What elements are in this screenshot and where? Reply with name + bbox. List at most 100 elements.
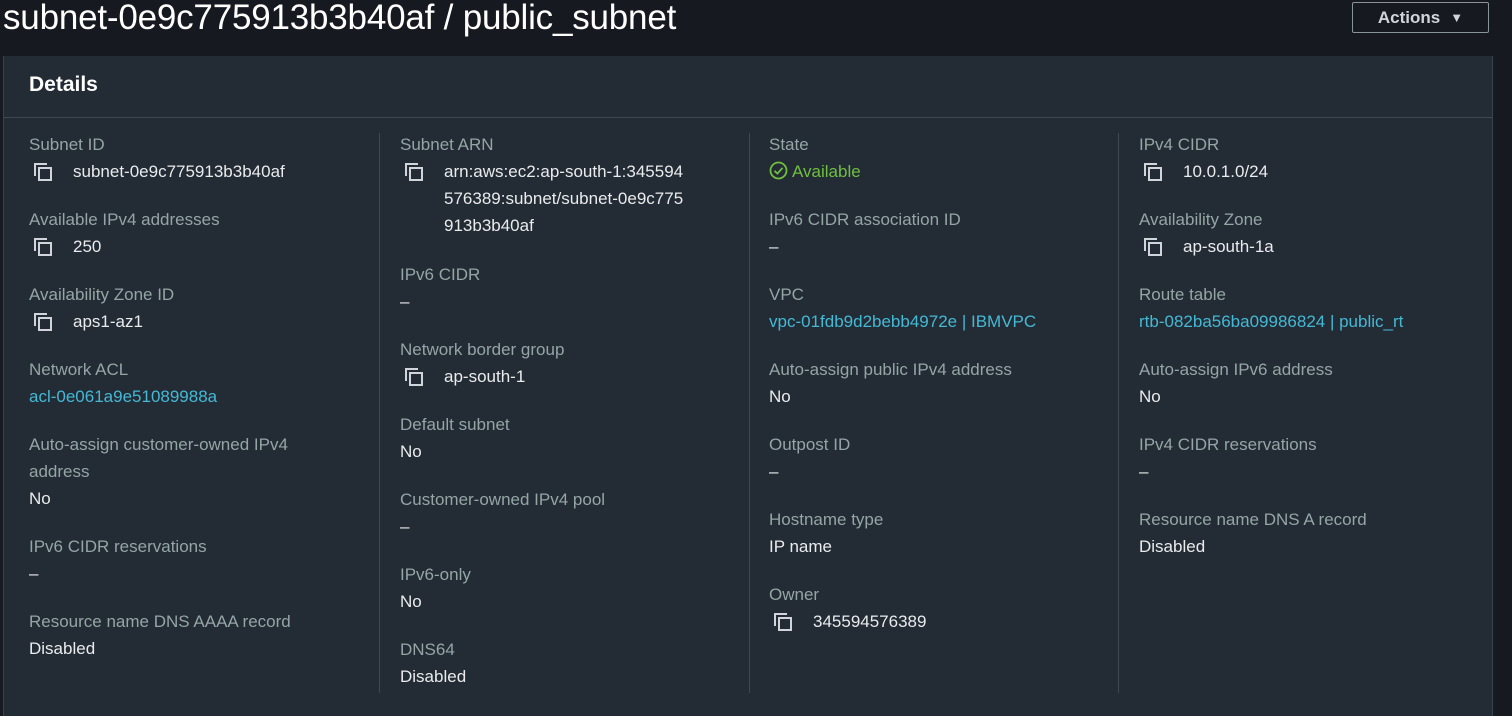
copy-icon[interactable] [1143,162,1163,182]
field-ipv4-cidr-reservations: IPv4 CIDR reservations – [1139,431,1317,485]
field-vpc: VPC vpc-01fdb9d2bebb4972e | IBMVPC [769,281,1036,335]
field-label: Resource name DNS AAAA record [29,612,291,631]
field-label: IPv6 CIDR [400,265,481,284]
copy-icon[interactable] [1143,237,1163,257]
page-header: subnet-0e9c775913b3b40af / public_subnet… [0,0,1512,56]
field-label: Available IPv4 addresses [29,210,220,229]
copy-icon[interactable] [33,312,53,332]
field-value: subnet-0e9c775913b3b40af [73,162,285,181]
status-available: Available [769,158,861,185]
copy-icon[interactable] [404,162,424,182]
field-label: Availability Zone [1139,210,1263,229]
caret-down-icon: ▼ [1450,10,1464,25]
field-default-subnet: Default subnet No [400,411,510,465]
field-label: IPv6-only [400,565,471,584]
field-label: Owner [769,585,820,604]
field-customer-owned-pool: Customer-owned IPv4 pool – [400,486,605,540]
field-route-table: Route table rtb-082ba56ba09986824 | publ… [1139,281,1403,335]
field-ipv4-cidr: IPv4 CIDR 10.0.1.0/24 [1139,131,1268,185]
details-panel: Details Subnet ID subnet-0e9c775913b3b40… [3,56,1493,716]
field-label: IPv4 CIDR reservations [1139,435,1317,454]
page-title: subnet-0e9c775913b3b40af / public_subnet [3,0,677,37]
field-label: Default subnet [400,415,510,434]
copy-icon[interactable] [404,367,424,387]
field-label: Subnet ID [29,135,105,154]
field-label: Customer-owned IPv4 pool [400,490,606,509]
field-label: Network border group [400,340,565,359]
column-divider [1118,133,1119,693]
actions-label: Actions [1377,7,1441,27]
field-value: – [400,292,410,311]
field-value: – [1139,462,1149,481]
field-value: 345594576389 [813,612,927,631]
route-table-link[interactable]: rtb-082ba56ba09986824 | public_rt [1139,308,1403,335]
field-dns-aaaa: Resource name DNS AAAA record Disabled [29,608,291,662]
field-network-border-group: Network border group ap-south-1 [400,336,564,390]
field-value: 10.0.1.0/24 [1183,162,1269,181]
field-label: Route table [1139,285,1226,304]
field-label: Availability Zone ID [29,285,175,304]
field-value: No [29,489,51,508]
field-value: arn:aws:ec2:ap-south-1:345594576389:subn… [444,162,684,235]
field-label: Subnet ARN [400,135,494,154]
field-subnet-id: Subnet ID subnet-0e9c775913b3b40af [29,131,285,185]
field-label: Auto-assign public IPv4 address [769,360,1012,379]
field-auto-assign-ipv6: Auto-assign IPv6 address No [1139,356,1333,410]
field-subnet-arn: Subnet ARN arn:aws:ec2:ap-south-1:345594… [400,131,689,239]
field-state: State Available [769,131,861,185]
field-label: Resource name DNS A record [1139,510,1367,529]
field-availability-zone-id: Availability Zone ID aps1-az1 [29,281,174,335]
field-outpost-id: Outpost ID – [769,431,850,485]
actions-button[interactable]: Actions ▼ [1352,2,1489,33]
field-value: – [400,517,410,536]
field-owner: Owner 345594576389 [769,581,926,635]
field-label: Auto-assign IPv6 address [1139,360,1333,379]
state-value: Available [792,162,861,181]
field-value: – [769,462,779,481]
copy-icon[interactable] [33,162,53,182]
field-label: State [769,135,809,154]
field-label: IPv6 CIDR association ID [769,210,961,229]
field-value: ap-south-1 [444,367,526,386]
field-auto-assign-customer-owned: Auto-assign customer-owned IPv4 address … [29,431,319,512]
field-value: Disabled [400,667,467,686]
field-value: No [1139,387,1161,406]
field-ipv6-association-id: IPv6 CIDR association ID – [769,206,961,260]
field-available-ipv4: Available IPv4 addresses 250 [29,206,220,260]
field-ipv6-cidr-reservations: IPv6 CIDR reservations – [29,533,207,587]
field-label: Hostname type [769,510,884,529]
field-dns-a-record: Resource name DNS A record Disabled [1139,506,1367,560]
field-value: No [400,442,422,461]
field-value: 250 [73,237,102,256]
field-label: Auto-assign customer-owned IPv4 address [29,435,288,481]
field-value: – [769,237,779,256]
field-availability-zone: Availability Zone ap-south-1a [1139,206,1274,260]
details-header: Details [4,56,1492,118]
network-acl-link[interactable]: acl-0e061a9e51089988a [29,383,217,410]
field-label: IPv6 CIDR reservations [29,537,207,556]
column-divider [379,133,380,693]
field-label: Network ACL [29,360,129,379]
field-value: IP name [769,537,833,556]
field-label: VPC [769,285,804,304]
field-dns64: DNS64 Disabled [400,636,466,690]
field-ipv6-cidr: IPv6 CIDR – [400,261,480,315]
details-title: Details [29,73,98,96]
field-label: DNS64 [400,640,455,659]
copy-icon[interactable] [773,612,793,632]
field-auto-assign-public-ipv4: Auto-assign public IPv4 address No [769,356,1012,410]
field-value: aps1-az1 [73,312,143,331]
check-circle-icon [769,161,788,180]
field-hostname-type: Hostname type IP name [769,506,883,560]
field-value: ap-south-1a [1183,237,1274,256]
column-divider [749,133,750,693]
field-network-acl: Network ACL acl-0e061a9e51089988a [29,356,217,410]
field-value: No [769,387,791,406]
vpc-link[interactable]: vpc-01fdb9d2bebb4972e | IBMVPC [769,308,1036,335]
field-label: IPv4 CIDR [1139,135,1220,154]
field-label: Outpost ID [769,435,851,454]
field-value: – [29,564,39,583]
copy-icon[interactable] [33,237,53,257]
field-value: Disabled [1139,537,1206,556]
field-value: Disabled [29,639,96,658]
